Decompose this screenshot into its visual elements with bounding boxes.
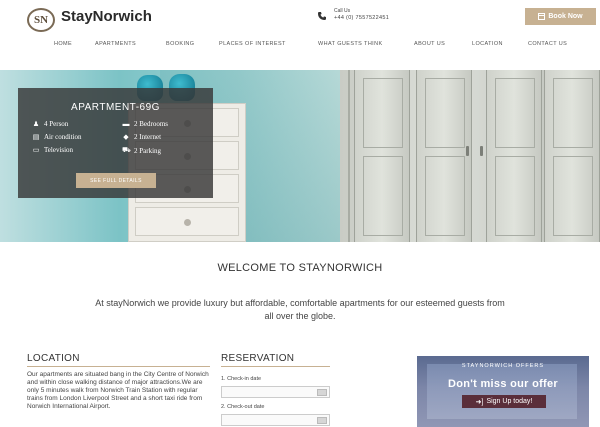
air-condition-icon: ▤ — [32, 133, 40, 141]
checkin-date-input[interactable] — [221, 386, 330, 398]
feature-air-condition: ▤ Air condition — [32, 133, 82, 141]
drawer — [135, 207, 239, 236]
site-logo-text[interactable]: StayNorwich — [61, 8, 152, 25]
door-handle — [480, 146, 483, 156]
main-nav: HOME APARTMENTS BOOKING PLACES OF INTERE… — [0, 41, 600, 53]
wardrobe-image — [340, 70, 600, 242]
feature-bedrooms: ▬ 2 Bedrooms — [122, 120, 169, 128]
wardrobe-panel — [553, 78, 593, 148]
checkin-label: 1. Check-in date — [221, 376, 262, 382]
reservation-divider — [221, 366, 330, 367]
offers-banner[interactable]: STAYNORWICH OFFERS Don't miss our offer … — [417, 356, 589, 427]
feature-label: 2 Parking — [134, 146, 162, 155]
nav-about-us[interactable]: ABOUT US — [414, 41, 445, 47]
feature-label: 2 Internet — [134, 133, 162, 141]
nav-booking[interactable]: BOOKING — [166, 41, 194, 47]
knob — [184, 219, 191, 226]
feature-person: ♟ 4 Person — [32, 120, 68, 128]
book-now-button[interactable]: Book Now — [525, 8, 596, 25]
nav-places-of-interest[interactable]: PLACES OF INTEREST — [219, 41, 286, 47]
welcome-text: At stayNorwich we provide luxury but aff… — [95, 298, 505, 321]
location-text: Our apartments are situated bang in the … — [27, 371, 209, 410]
phone-number[interactable]: +44 (0) 7557522451 — [334, 15, 389, 21]
welcome-title: WELCOME TO STAYNORWICH — [217, 262, 383, 274]
wardrobe-panel — [495, 78, 535, 148]
see-full-details-button[interactable]: SEE FULL DETAILS — [76, 173, 156, 188]
wardrobe-panel — [363, 78, 403, 148]
feature-internet: ◆ 2 Internet — [122, 133, 161, 141]
logo-icon[interactable]: SN — [27, 8, 55, 32]
site-header: SN StayNorwich Call Us +44 (0) 755752245… — [0, 0, 600, 70]
wardrobe-door — [416, 70, 472, 242]
reservation-title: RESERVATION — [221, 353, 295, 364]
nav-contact-us[interactable]: CONTACT US — [528, 41, 567, 47]
sign-up-button[interactable]: ➜] Sign Up today! — [462, 395, 546, 408]
sign-in-icon: ➜] — [475, 398, 484, 406]
wifi-icon: ◆ — [123, 133, 129, 141]
nav-what-guests-think[interactable]: WHAT GUESTS THINK — [318, 41, 383, 47]
feature-television: ▭ Television — [32, 146, 73, 154]
wardrobe-panel — [363, 156, 403, 236]
wardrobe-panel — [553, 156, 593, 236]
nav-home[interactable]: HOME — [54, 41, 72, 47]
door-handle — [466, 146, 469, 156]
wardrobe-panel — [495, 156, 535, 236]
car-icon: ⛟ — [122, 146, 131, 154]
location-title: LOCATION — [27, 353, 80, 364]
promo-background — [427, 364, 577, 419]
feature-label: 4 Person — [44, 120, 69, 128]
calendar-icon[interactable] — [317, 417, 327, 424]
nav-location[interactable]: LOCATION — [472, 41, 503, 47]
nav-apartments[interactable]: APARTMENTS — [95, 41, 136, 47]
wardrobe-door — [354, 70, 410, 242]
feature-label: Air condition — [44, 133, 82, 141]
apartment-title: APARTMENT-69G — [71, 102, 160, 113]
book-now-label: Book Now — [548, 13, 583, 20]
bed-icon: ▬ — [122, 120, 130, 128]
feature-label: Television — [44, 146, 74, 154]
tv-icon: ▭ — [32, 146, 40, 154]
checkout-date-input[interactable] — [221, 414, 330, 426]
offers-headline: Don't miss our offer — [447, 378, 559, 390]
wardrobe-door — [544, 70, 600, 242]
location-divider — [27, 366, 210, 367]
wardrobe-panel — [425, 156, 465, 236]
phone-icon — [318, 12, 326, 20]
feature-label: 2 Bedrooms — [134, 120, 169, 128]
person-icon: ♟ — [32, 120, 40, 128]
offers-label: STAYNORWICH OFFERS — [461, 363, 545, 369]
call-us-label: Call Us — [334, 8, 351, 14]
calendar-icon[interactable] — [317, 389, 327, 396]
wardrobe-door — [486, 70, 542, 242]
checkout-label: 2. Check-out date — [221, 404, 265, 410]
apartment-card: APARTMENT-69G ♟ 4 Person ▬ 2 Bedrooms ▤ … — [18, 88, 213, 198]
sign-up-label: Sign Up today! — [486, 398, 533, 405]
wardrobe-panel — [425, 78, 465, 148]
feature-parking: ⛟ 2 Parking — [122, 146, 161, 155]
calendar-icon — [538, 13, 546, 20]
